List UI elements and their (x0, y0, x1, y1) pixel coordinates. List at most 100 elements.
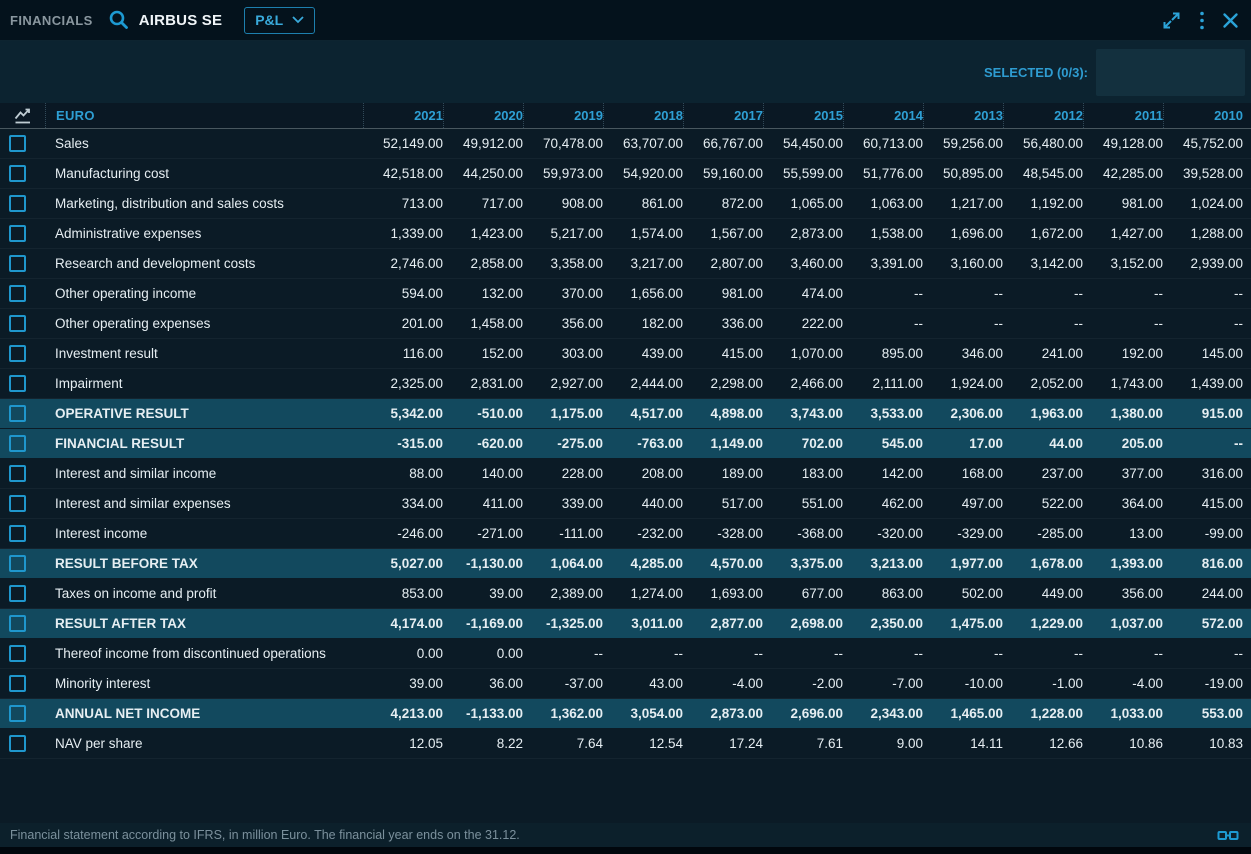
table-row[interactable]: FINANCIAL RESULT -315.00-620.00-275.00-7… (0, 429, 1251, 459)
selected-items-box[interactable] (1096, 49, 1245, 96)
table-row[interactable]: RESULT AFTER TAX 4,174.00-1,169.00-1,325… (0, 609, 1251, 639)
checkbox[interactable] (9, 375, 26, 392)
table-row[interactable]: Sales 52,149.0049,912.0070,478.0063,707.… (0, 129, 1251, 159)
value-cell: 13.00 (1083, 526, 1163, 541)
checkbox[interactable] (9, 645, 26, 662)
table-row[interactable]: Manufacturing cost 42,518.0044,250.0059,… (0, 159, 1251, 189)
checkbox[interactable] (9, 255, 26, 272)
value-cell: -- (1163, 286, 1243, 301)
checkbox[interactable] (9, 465, 26, 482)
currency-column-header[interactable]: EURO (45, 103, 363, 128)
table-row[interactable]: Interest and similar expenses 334.00411.… (0, 489, 1251, 519)
value-cell: 5,342.00 (363, 406, 443, 421)
row-checkbox-cell (0, 135, 45, 152)
row-checkbox-cell (0, 225, 45, 242)
table-row[interactable]: ANNUAL NET INCOME 4,213.00-1,133.001,362… (0, 699, 1251, 729)
value-cell: -- (1003, 286, 1083, 301)
value-cell: 474.00 (763, 286, 843, 301)
chart-column-header[interactable] (0, 107, 45, 125)
year-column-header[interactable]: 2012 (1003, 103, 1083, 128)
table-row[interactable]: OPERATIVE RESULT 5,342.00-510.001,175.00… (0, 399, 1251, 429)
value-cell: 2,111.00 (843, 376, 923, 391)
table-row[interactable]: Other operating expenses 201.001,458.003… (0, 309, 1251, 339)
year-column-header[interactable]: 2015 (763, 103, 843, 128)
checkbox[interactable] (9, 555, 26, 572)
value-cell: -1,325.00 (523, 616, 603, 631)
table-row[interactable]: Interest and similar income 88.00140.002… (0, 459, 1251, 489)
table-row[interactable]: Impairment 2,325.002,831.002,927.002,444… (0, 369, 1251, 399)
checkbox[interactable] (9, 705, 26, 722)
value-cell: 370.00 (523, 286, 603, 301)
value-cell: 43.00 (603, 676, 683, 691)
year-column-header[interactable]: 2013 (923, 103, 1003, 128)
checkbox[interactable] (9, 165, 26, 182)
value-cell: 816.00 (1163, 556, 1243, 571)
checkbox[interactable] (9, 735, 26, 752)
checkbox[interactable] (9, 225, 26, 242)
link-icon[interactable] (1217, 828, 1239, 843)
value-cell: 152.00 (443, 346, 523, 361)
value-cell: 2,831.00 (443, 376, 523, 391)
value-cell: 2,298.00 (683, 376, 763, 391)
value-cell: 66,767.00 (683, 136, 763, 151)
value-cell: 415.00 (683, 346, 763, 361)
value-cell: 3,358.00 (523, 256, 603, 271)
table-row[interactable]: Administrative expenses 1,339.001,423.00… (0, 219, 1251, 249)
checkbox[interactable] (9, 195, 26, 212)
value-cell: 377.00 (1083, 466, 1163, 481)
row-label: OPERATIVE RESULT (45, 406, 363, 421)
row-label: Investment result (45, 346, 363, 361)
checkbox[interactable] (9, 135, 26, 152)
value-cell: 1,064.00 (523, 556, 603, 571)
table-row[interactable]: Thereof income from discontinued operati… (0, 639, 1251, 669)
table-row[interactable]: Investment result 116.00152.00303.00439.… (0, 339, 1251, 369)
checkbox[interactable] (9, 525, 26, 542)
value-cell: 449.00 (1003, 586, 1083, 601)
value-cell: 2,873.00 (763, 226, 843, 241)
year-column-header[interactable]: 2017 (683, 103, 763, 128)
table-row[interactable]: Research and development costs 2,746.002… (0, 249, 1251, 279)
instrument-name: AIRBUS SE (139, 12, 222, 29)
value-cell: 8.22 (443, 736, 523, 751)
expand-icon[interactable] (1161, 10, 1182, 31)
checkbox[interactable] (9, 285, 26, 302)
checkbox[interactable] (9, 405, 26, 422)
table-row[interactable]: Interest income -246.00-271.00-111.00-23… (0, 519, 1251, 549)
year-column-header[interactable]: 2019 (523, 103, 603, 128)
table-row[interactable]: Other operating income 594.00132.00370.0… (0, 279, 1251, 309)
checkbox[interactable] (9, 495, 26, 512)
year-column-header[interactable]: 2010 (1163, 103, 1243, 128)
checkbox[interactable] (9, 435, 26, 452)
value-cell: 4,213.00 (363, 706, 443, 721)
value-cell: -329.00 (923, 526, 1003, 541)
checkbox[interactable] (9, 315, 26, 332)
statement-type-dropdown[interactable]: P&L (244, 7, 315, 34)
value-cell: -- (1083, 646, 1163, 661)
value-cell: 208.00 (603, 466, 683, 481)
year-column-header[interactable]: 2020 (443, 103, 523, 128)
year-column-header[interactable]: 2021 (363, 103, 443, 128)
checkbox[interactable] (9, 585, 26, 602)
checkbox[interactable] (9, 615, 26, 632)
year-column-header[interactable]: 2014 (843, 103, 923, 128)
table-row[interactable]: Taxes on income and profit 853.0039.002,… (0, 579, 1251, 609)
table-row[interactable]: Minority interest 39.0036.00-37.0043.00-… (0, 669, 1251, 699)
value-cell: -763.00 (603, 436, 683, 451)
search-button[interactable] (107, 8, 131, 32)
value-cell: -315.00 (363, 436, 443, 451)
table-row[interactable]: RESULT BEFORE TAX 5,027.00-1,130.001,064… (0, 549, 1251, 579)
year-column-header[interactable]: 2011 (1083, 103, 1163, 128)
financials-window: FINANCIALS AIRBUS SE P&L (0, 0, 1251, 854)
more-options-icon[interactable] (1199, 10, 1205, 31)
checkbox[interactable] (9, 675, 26, 692)
value-cell: 4,898.00 (683, 406, 763, 421)
close-icon[interactable] (1222, 12, 1239, 29)
table-row[interactable]: NAV per share 12.058.227.6412.5417.247.6… (0, 729, 1251, 759)
bottom-strip (0, 847, 1251, 854)
table-row[interactable]: Marketing, distribution and sales costs … (0, 189, 1251, 219)
year-column-header[interactable]: 2018 (603, 103, 683, 128)
row-checkbox-cell (0, 435, 45, 452)
checkbox[interactable] (9, 345, 26, 362)
value-cell: 2,325.00 (363, 376, 443, 391)
row-label: Sales (45, 136, 363, 151)
